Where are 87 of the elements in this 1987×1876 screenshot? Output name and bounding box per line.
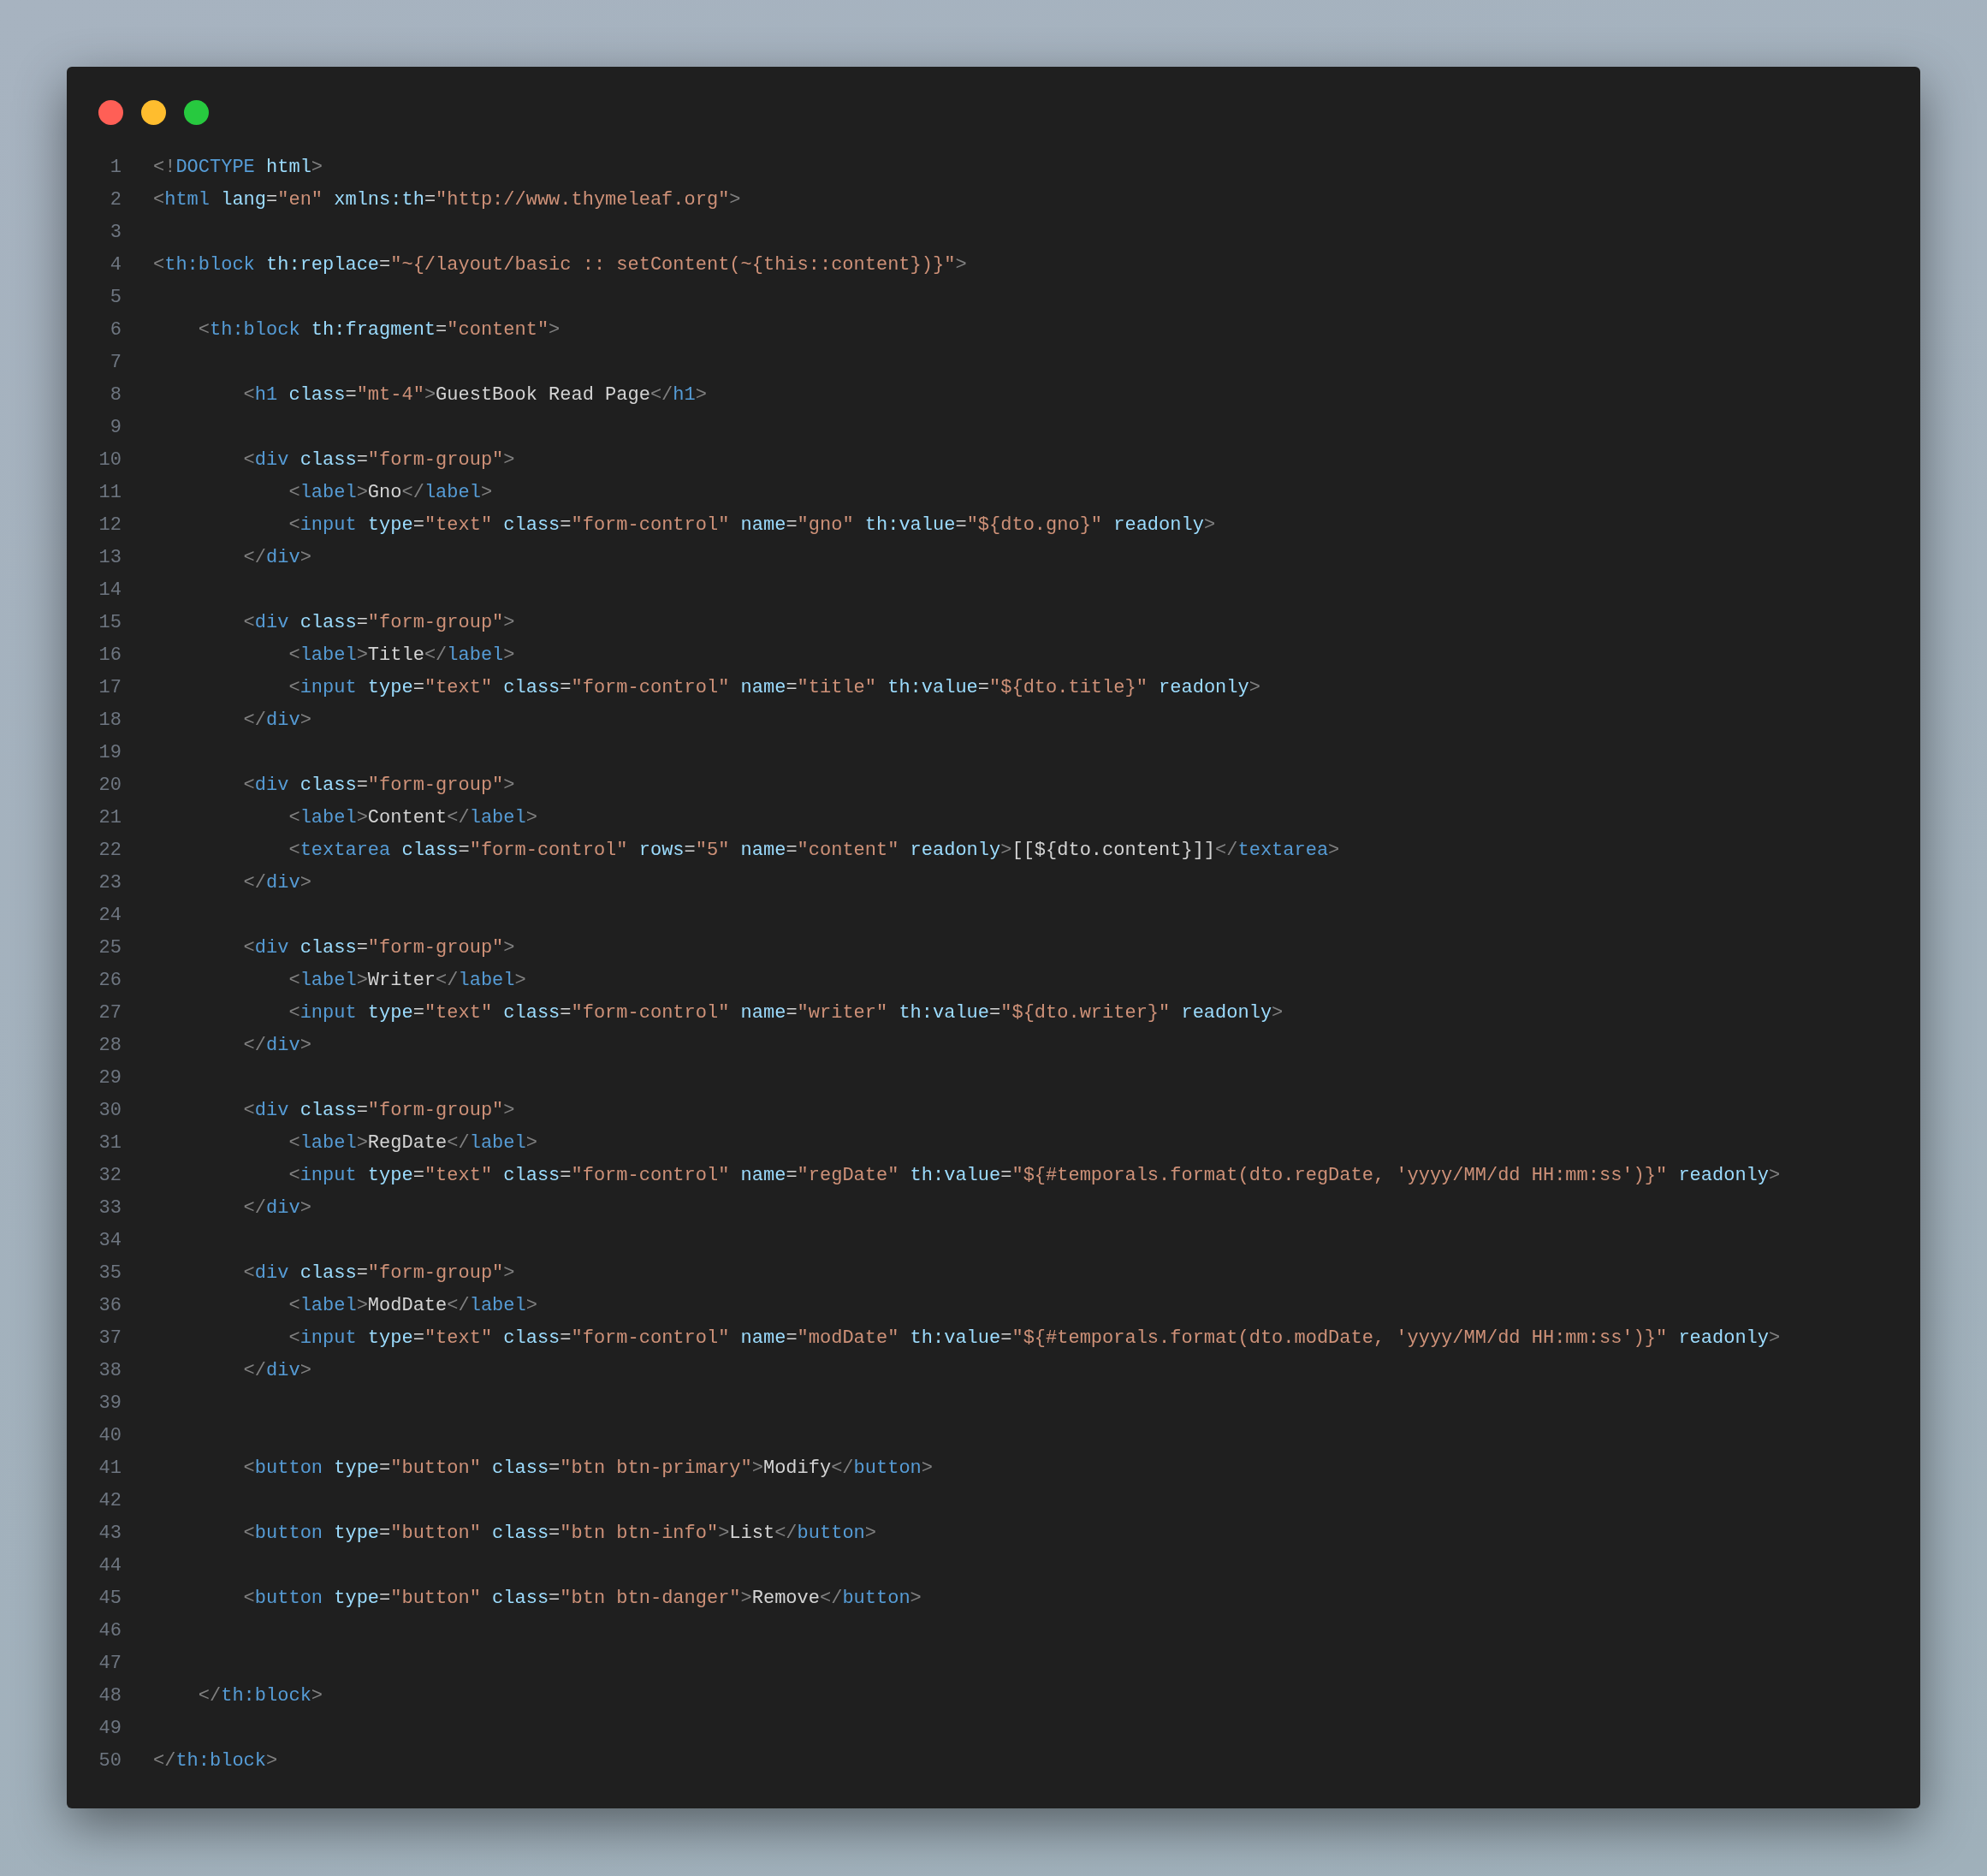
code-line: <button type="button" class="btn btn-danger">Remove</button>	[242, 1587, 922, 1609]
line-number: 29	[98, 1066, 122, 1089]
code-line: <input type="text" class="form-control" name="regDate" th:value="${#temporals.format(dto.regDate, 'yyyy/MM/dd HH:mm:ss')}" readonly>	[288, 1164, 1781, 1186]
line-number: 31	[98, 1131, 122, 1154]
code-line: <th:block th:replace="~{/layout/basic :: setContent(~{this::content})}">	[153, 253, 967, 276]
line-number: 33	[98, 1196, 122, 1219]
line-number: 30	[98, 1099, 122, 1121]
line-number: 28	[98, 1034, 122, 1056]
line-number: 26	[98, 969, 122, 991]
line-number: 10	[98, 448, 122, 471]
code-line: <textarea class="form-control" rows="5" name="content" readonly>[[${dto.content}]]</textarea>	[288, 839, 1340, 861]
line-number: 18	[98, 709, 122, 731]
line-number: 32	[98, 1164, 122, 1186]
line-number: 7	[109, 351, 122, 373]
line-number: 1	[109, 156, 122, 178]
code-line: </div>	[242, 709, 311, 731]
line-number: 41	[98, 1457, 122, 1479]
code-line: <h1 class="mt-4">GuestBook Read Page</h1>	[242, 383, 707, 406]
code-line: <!DOCTYPE html>	[153, 156, 323, 178]
code-line: <label>ModDate</label>	[288, 1294, 537, 1316]
line-number: 19	[98, 741, 122, 763]
code-line: </div>	[242, 546, 311, 568]
line-number: 21	[98, 806, 122, 828]
line-number: 11	[98, 481, 122, 503]
code-line: <input type="text" class="form-control" name="gno" th:value="${dto.gno}" readonly>	[288, 514, 1216, 536]
line-number: 37	[98, 1327, 122, 1349]
code-line: <div class="form-group">	[242, 611, 515, 633]
line-number: 42	[98, 1489, 122, 1511]
line-number: 6	[109, 318, 122, 341]
code-line: <div class="form-group">	[242, 1262, 515, 1284]
line-number: 50	[98, 1749, 122, 1772]
code-line: <label>Writer</label>	[288, 969, 526, 991]
code-line: </div>	[242, 1359, 311, 1381]
code-line: <label>Content</label>	[288, 806, 537, 828]
code-line: <div class="form-group">	[242, 1099, 515, 1121]
line-number: 9	[109, 416, 122, 438]
line-number: 25	[98, 936, 122, 959]
code-line: <input type="text" class="form-control" name="writer" th:value="${dto.writer}" readonly>	[288, 1001, 1284, 1024]
code-line: <div class="form-group">	[242, 774, 515, 796]
code-line: <label>Title</label>	[288, 644, 515, 666]
line-number: 34	[98, 1229, 122, 1251]
line-number: 16	[98, 644, 122, 666]
line-number: 38	[98, 1359, 122, 1381]
line-number: 17	[98, 676, 122, 698]
window-minimize-dot-icon	[141, 100, 166, 125]
window-close-dot-icon	[98, 100, 123, 125]
code-line: <html lang="en" xmlns:th="http://www.thymeleaf.org">	[153, 188, 741, 211]
code-line: </th:block>	[153, 1749, 278, 1772]
line-number: 23	[98, 871, 122, 893]
line-number: 20	[98, 774, 122, 796]
code-line: </div>	[242, 871, 311, 893]
line-number: 22	[98, 839, 122, 861]
line-number: 4	[109, 253, 122, 276]
code-line: <input type="text" class="form-control" name="title" th:value="${dto.title}" readonly>	[288, 676, 1260, 698]
line-number: 48	[98, 1684, 122, 1707]
line-number: 49	[98, 1717, 122, 1739]
code-line: <label>RegDate</label>	[288, 1131, 537, 1154]
line-number: 8	[109, 383, 122, 406]
code-line: </div>	[242, 1034, 311, 1056]
code-line: <button type="button" class="btn btn-primary">Modify</button>	[242, 1457, 933, 1479]
code-line: </div>	[242, 1196, 311, 1219]
line-number: 13	[98, 546, 122, 568]
code-line: <input type="text" class="form-control" name="modDate" th:value="${#temporals.format(dto.modDate, 'yyyy/MM/dd HH:mm:ss')}" readonly>	[288, 1327, 1781, 1349]
code-line: <th:block th:fragment="content">	[197, 318, 561, 341]
line-number: 24	[98, 904, 122, 926]
line-number: 27	[98, 1001, 122, 1024]
line-number: 46	[98, 1619, 122, 1642]
line-number: 3	[109, 221, 122, 243]
code-line: <div class="form-group">	[242, 448, 515, 471]
line-number: 45	[98, 1587, 122, 1609]
window-zoom-dot-icon	[184, 100, 209, 125]
line-number: 12	[98, 514, 122, 536]
line-number: 44	[98, 1554, 122, 1576]
line-number: 5	[109, 286, 122, 308]
line-number: 36	[98, 1294, 122, 1316]
line-number: 35	[98, 1262, 122, 1284]
code-line: <label>Gno</label>	[288, 481, 493, 503]
line-number: 43	[98, 1522, 122, 1544]
line-number: 14	[98, 579, 122, 601]
line-number: 40	[98, 1424, 122, 1446]
line-number: 47	[98, 1652, 122, 1674]
code-line: <div class="form-group">	[242, 936, 515, 959]
code-line: </th:block>	[197, 1684, 323, 1707]
line-number: 2	[109, 188, 122, 211]
code-line: <button type="button" class="btn btn-info">List</button>	[242, 1522, 876, 1544]
line-number: 15	[98, 611, 122, 633]
line-number: 39	[98, 1392, 122, 1414]
